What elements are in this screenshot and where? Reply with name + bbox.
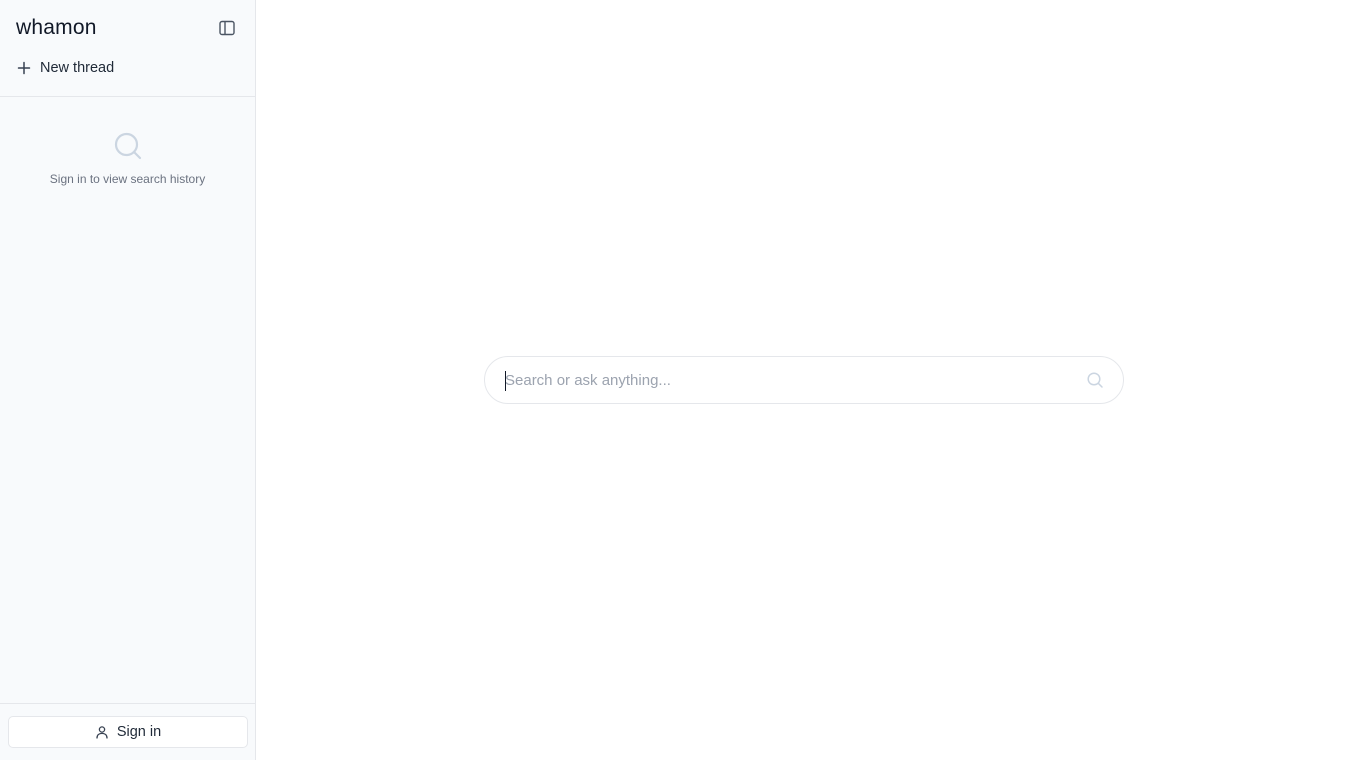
search-input[interactable] bbox=[505, 357, 1083, 403]
search-bar[interactable] bbox=[484, 356, 1124, 404]
new-thread-button[interactable]: New thread bbox=[0, 56, 255, 80]
text-cursor bbox=[505, 371, 506, 391]
search-icon bbox=[1087, 372, 1103, 388]
new-thread-label: New thread bbox=[40, 60, 115, 76]
search-icon bbox=[114, 132, 141, 160]
app-root: whamon New thread Sign in to view search… bbox=[0, 0, 1352, 760]
sign-in-button[interactable]: Sign in bbox=[8, 716, 248, 748]
search-submit-button[interactable] bbox=[1083, 368, 1107, 392]
user-icon bbox=[96, 726, 108, 739]
brand-logo: whamon bbox=[16, 16, 97, 39]
sidebar-toggle-button[interactable] bbox=[215, 16, 239, 40]
history-empty-text: Sign in to view search history bbox=[49, 172, 206, 186]
sidebar-toggle-icon bbox=[219, 20, 235, 36]
sidebar-header: whamon bbox=[0, 0, 255, 56]
sign-in-label: Sign in bbox=[116, 724, 162, 740]
sidebar: whamon New thread Sign in to view search… bbox=[0, 0, 256, 760]
history-empty-state: Sign in to view search history bbox=[0, 97, 255, 186]
sidebar-footer: Sign in bbox=[0, 703, 255, 760]
plus-icon bbox=[17, 61, 31, 75]
main-content bbox=[256, 0, 1352, 760]
